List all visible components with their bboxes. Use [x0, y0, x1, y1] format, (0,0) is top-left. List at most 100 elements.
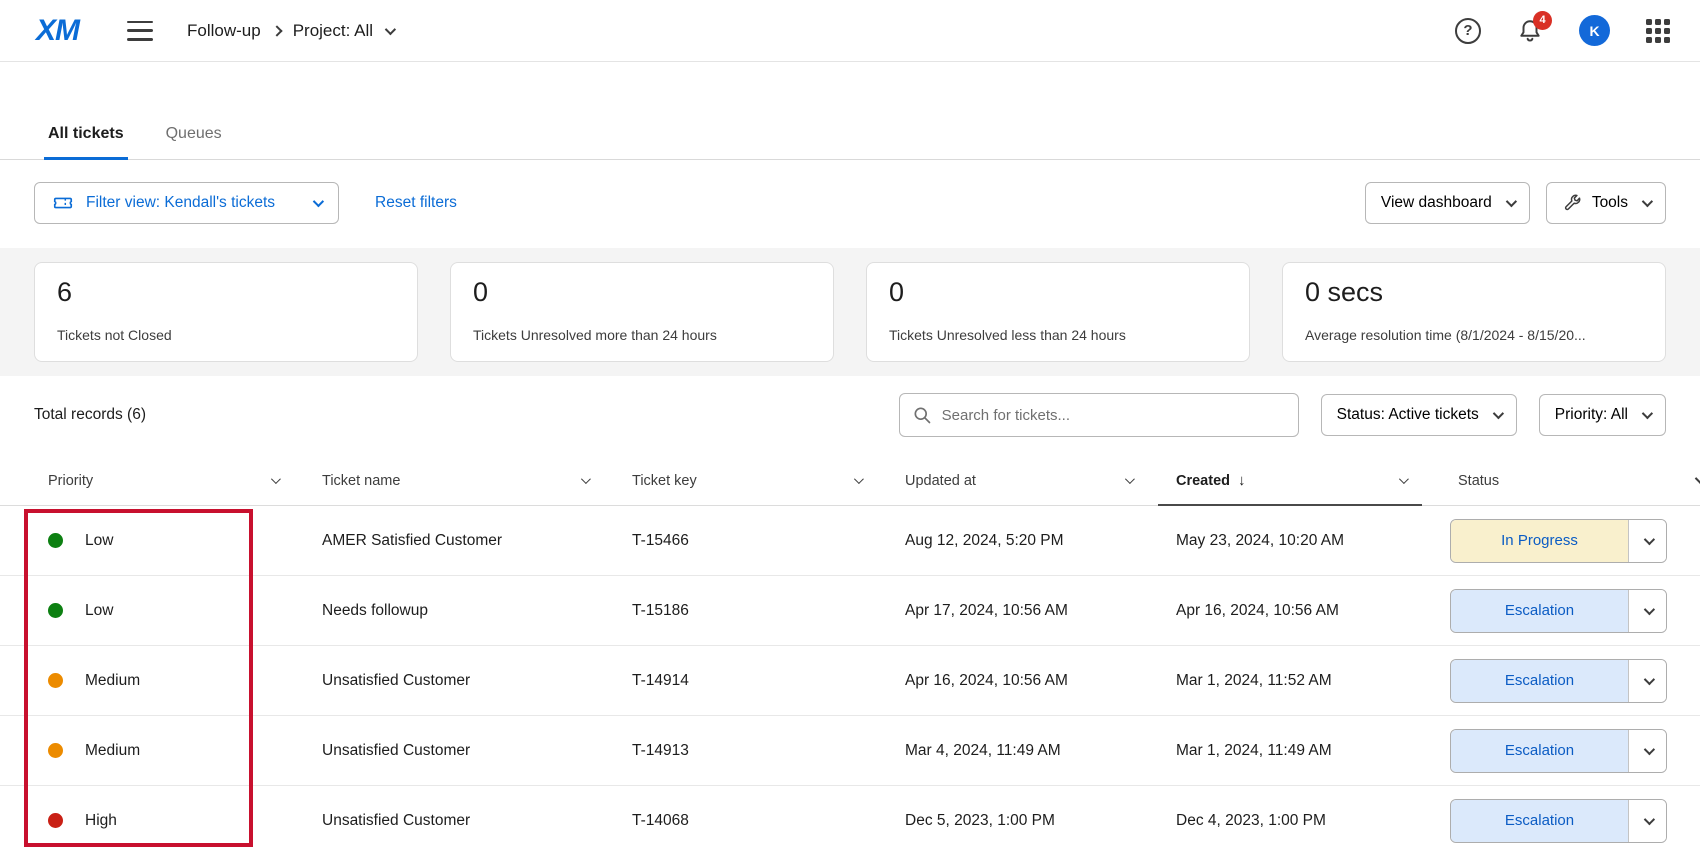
column-header-ticket-name[interactable]: Ticket name: [322, 473, 632, 489]
stat-value: 0: [473, 277, 811, 308]
priority-dot: [48, 603, 63, 618]
chevron-down-icon[interactable]: [1628, 590, 1666, 632]
search-input[interactable]: [942, 407, 1286, 424]
priority-filter-label: Priority: All: [1555, 406, 1628, 424]
help-icon[interactable]: ?: [1455, 18, 1481, 44]
status-badge: Escalation: [1451, 590, 1628, 632]
chevron-down-icon[interactable]: [1628, 730, 1666, 772]
updated-at: Dec 5, 2023, 1:00 PM: [905, 812, 1176, 830]
chevron-right-icon: [271, 25, 282, 36]
chevron-down-icon[interactable]: [854, 474, 864, 484]
status-badge: Escalation: [1451, 730, 1628, 772]
stat-label: Tickets not Closed: [57, 327, 395, 347]
table-row[interactable]: High Unsatisfied Customer T-14068 Dec 5,…: [0, 786, 1700, 850]
filter-view-label: Filter view: Kendall's tickets: [86, 194, 275, 212]
records-bar: Total records (6) Status: Active tickets…: [0, 392, 1700, 438]
chevron-down-icon: [1506, 196, 1517, 207]
breadcrumb-project[interactable]: Project: All: [293, 21, 373, 41]
notifications-button[interactable]: 4: [1517, 18, 1543, 44]
table-row[interactable]: Medium Unsatisfied Customer T-14913 Mar …: [0, 716, 1700, 786]
total-records-label: Total records (6): [34, 406, 146, 424]
created-at: Dec 4, 2023, 1:00 PM: [1176, 812, 1450, 830]
tools-button[interactable]: Tools: [1546, 182, 1666, 224]
updated-at: Apr 16, 2024, 10:56 AM: [905, 672, 1176, 690]
priority-dot: [48, 743, 63, 758]
chevron-down-icon[interactable]: [1399, 474, 1409, 484]
priority-label: Medium: [85, 742, 140, 760]
chevron-down-icon[interactable]: [581, 474, 591, 484]
column-header-status[interactable]: Status: [1450, 473, 1667, 489]
tab-queues[interactable]: Queues: [166, 125, 222, 159]
stat-card-unresolved-more-24h: 0 Tickets Unresolved more than 24 hours: [450, 262, 834, 362]
created-at: Apr 16, 2024, 10:56 AM: [1176, 602, 1450, 620]
table-row[interactable]: Medium Unsatisfied Customer T-14914 Apr …: [0, 646, 1700, 716]
chevron-down-icon: [1642, 196, 1653, 207]
created-at: May 23, 2024, 10:20 AM: [1176, 532, 1450, 550]
chevron-down-icon[interactable]: [385, 23, 396, 34]
status-filter-label: Status: Active tickets: [1337, 406, 1479, 424]
view-dashboard-button[interactable]: View dashboard: [1365, 182, 1530, 224]
stat-value: 0: [889, 277, 1227, 308]
stat-value: 0 secs: [1305, 277, 1643, 308]
search-icon: [912, 405, 932, 425]
priority-label: Medium: [85, 672, 140, 690]
reset-filters-link[interactable]: Reset filters: [375, 194, 457, 212]
status-filter-dropdown[interactable]: Status: Active tickets: [1321, 394, 1517, 436]
priority-cell: Medium: [48, 742, 322, 760]
stat-card-avg-resolution: 0 secs Average resolution time (8/1/2024…: [1282, 262, 1666, 362]
chevron-down-icon[interactable]: [1628, 520, 1666, 562]
column-header-created[interactable]: Created↓: [1176, 472, 1450, 489]
status-dropdown[interactable]: In Progress: [1450, 519, 1667, 563]
ticket-search: [899, 393, 1299, 437]
wrench-icon: [1562, 193, 1582, 213]
chevron-down-icon[interactable]: [1695, 473, 1700, 484]
column-header-ticket-key[interactable]: Ticket key: [632, 473, 905, 489]
updated-at: Mar 4, 2024, 11:49 AM: [905, 742, 1176, 760]
column-header-updated-at[interactable]: Updated at: [905, 473, 1176, 489]
status-dropdown[interactable]: Escalation: [1450, 659, 1667, 703]
chevron-down-icon: [1642, 408, 1653, 419]
priority-label: Low: [85, 602, 113, 620]
stat-card-not-closed: 6 Tickets not Closed: [34, 262, 418, 362]
status-dropdown[interactable]: Escalation: [1450, 589, 1667, 633]
priority-cell: High: [48, 812, 322, 830]
ticket-key: T-14068: [632, 812, 905, 830]
apps-grid-icon[interactable]: [1646, 19, 1670, 43]
ticket-key: T-15186: [632, 602, 905, 620]
column-header-priority[interactable]: Priority: [48, 473, 322, 489]
chevron-down-icon[interactable]: [1628, 660, 1666, 702]
stat-card-unresolved-less-24h: 0 Tickets Unresolved less than 24 hours: [866, 262, 1250, 362]
updated-at: Apr 17, 2024, 10:56 AM: [905, 602, 1176, 620]
stat-label: Tickets Unresolved more than 24 hours: [473, 327, 811, 347]
tab-all-tickets[interactable]: All tickets: [48, 125, 124, 159]
avatar[interactable]: K: [1579, 15, 1610, 46]
table-row[interactable]: Low AMER Satisfied Customer T-15466 Aug …: [0, 506, 1700, 576]
ticket-name: AMER Satisfied Customer: [322, 532, 632, 550]
filter-bar-actions: View dashboard Tools: [1365, 182, 1666, 224]
ticket-name: Unsatisfied Customer: [322, 742, 632, 760]
page: XM Follow-up Project: All ? 4 K All ti: [0, 0, 1700, 850]
filter-view-dropdown[interactable]: Filter view: Kendall's tickets: [34, 182, 339, 224]
stat-label: Tickets Unresolved less than 24 hours: [889, 327, 1227, 347]
topbar-actions: ? 4 K: [1455, 15, 1670, 46]
hamburger-menu-icon[interactable]: [127, 21, 153, 41]
table-row[interactable]: Low Needs followup T-15186 Apr 17, 2024,…: [0, 576, 1700, 646]
priority-filter-dropdown[interactable]: Priority: All: [1539, 394, 1666, 436]
chevron-down-icon[interactable]: [271, 474, 281, 484]
priority-dot: [48, 813, 63, 828]
created-at: Mar 1, 2024, 11:49 AM: [1176, 742, 1450, 760]
breadcrumb: Follow-up Project: All: [187, 21, 393, 41]
status-dropdown[interactable]: Escalation: [1450, 729, 1667, 773]
table-header: Priority Ticket name Ticket key Updated …: [0, 456, 1700, 506]
ticket-key: T-14913: [632, 742, 905, 760]
view-dashboard-label: View dashboard: [1381, 194, 1492, 212]
priority-cell: Low: [48, 602, 322, 620]
table-body: Low AMER Satisfied Customer T-15466 Aug …: [0, 506, 1700, 850]
breadcrumb-followup[interactable]: Follow-up: [187, 21, 261, 41]
status-dropdown[interactable]: Escalation: [1450, 799, 1667, 843]
chevron-down-icon[interactable]: [1628, 800, 1666, 842]
chevron-down-icon[interactable]: [1125, 474, 1135, 484]
chevron-down-icon: [313, 196, 324, 207]
ticket-key: T-14914: [632, 672, 905, 690]
priority-dot: [48, 673, 63, 688]
